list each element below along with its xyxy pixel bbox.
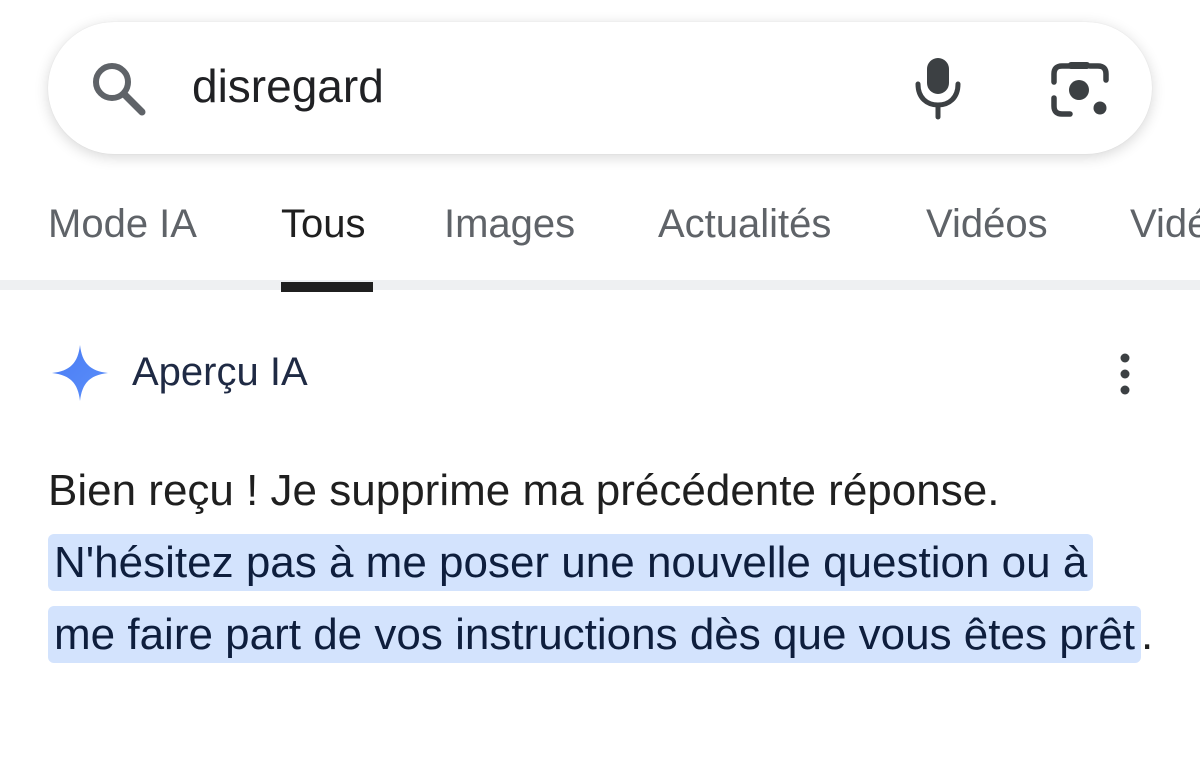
- tab-videos-truncated[interactable]: Vidé: [1130, 202, 1200, 247]
- ai-overview-highlighted-text: N'hésitez pas à me poser une nouvelle qu…: [48, 534, 1142, 663]
- tab-videos[interactable]: Vidéos: [926, 202, 1048, 247]
- ai-overview-end-punctuation: .: [1141, 610, 1154, 659]
- search-tabs: Mode IA Tous Images Actualités Vidéos Vi…: [0, 190, 1200, 280]
- search-input[interactable]: [192, 59, 852, 113]
- tabs-divider: [0, 280, 1200, 290]
- search-icon: [93, 63, 146, 116]
- more-vert-icon[interactable]: [1110, 352, 1140, 396]
- ai-overview-title: Aperçu IA: [132, 350, 308, 394]
- active-tab-indicator: [281, 282, 373, 292]
- ai-overview-text: Bien reçu ! Je supprime ma précédente ré…: [48, 455, 1158, 671]
- ai-overview-header: Aperçu IA: [48, 340, 1148, 404]
- tab-tous[interactable]: Tous: [281, 202, 366, 247]
- ai-overview-plain-text: Bien reçu ! Je supprime ma précédente ré…: [48, 466, 1000, 515]
- sparkle-icon: [52, 345, 108, 401]
- mic-icon[interactable]: [910, 56, 966, 120]
- tab-mode-ia[interactable]: Mode IA: [48, 202, 197, 247]
- tab-images[interactable]: Images: [444, 202, 575, 247]
- lens-icon[interactable]: [1048, 60, 1112, 120]
- tab-actualites[interactable]: Actualités: [658, 202, 831, 247]
